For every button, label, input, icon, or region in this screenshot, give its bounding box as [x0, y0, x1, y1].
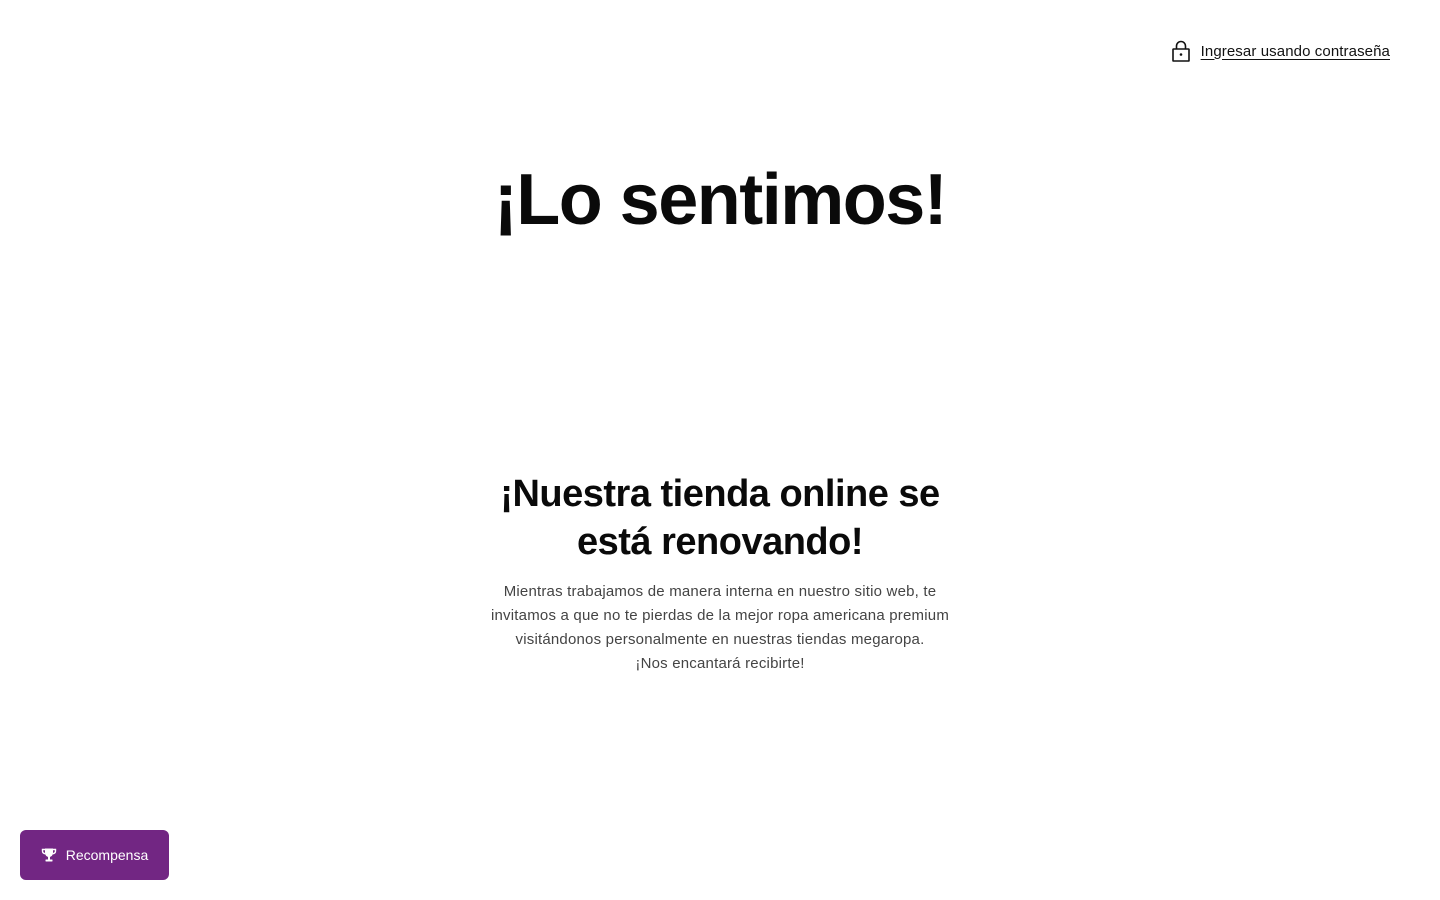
lock-icon [1171, 40, 1191, 62]
message-paragraph: Mientras trabajamos de manera interna en… [490, 583, 950, 648]
password-login-label: Ingresar usando contraseña [1200, 42, 1390, 60]
password-page: Ingresar usando contraseña ¡Lo sentimos!… [0, 0, 1440, 900]
rewards-button[interactable]: Recompensa [20, 830, 169, 880]
message: Mientras trabajamos de manera interna en… [485, 580, 955, 676]
rewards-button-label: Recompensa [65, 847, 149, 863]
page-title: ¡Lo sentimos! [493, 160, 948, 240]
password-login-link[interactable]: Ingresar usando contraseña [1171, 40, 1390, 62]
message-closing: ¡Nos encantará recibirte! [635, 655, 805, 672]
trophy-icon [41, 847, 57, 863]
subtitle: ¡Nuestra tienda online se está renovando… [500, 473, 940, 563]
main-content: ¡Nuestra tienda online se está renovando… [470, 470, 970, 676]
